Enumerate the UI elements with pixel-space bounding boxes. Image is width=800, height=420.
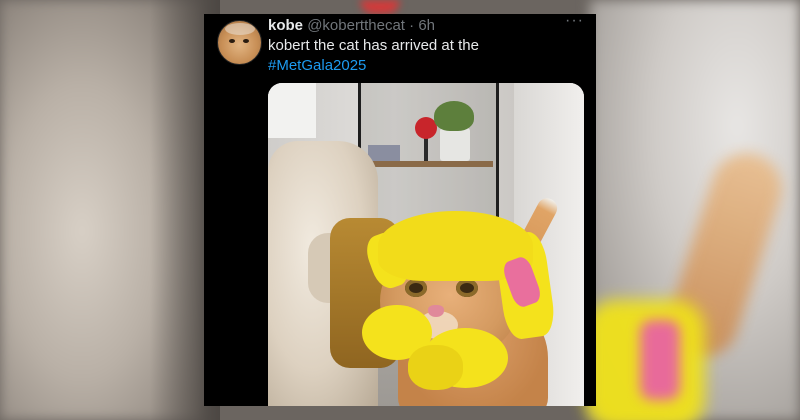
user-handle[interactable]: @kobertthecat bbox=[307, 17, 405, 34]
photo-cat-nose bbox=[428, 305, 444, 317]
tweet-text: kobert the cat has arrived at the #MetGa… bbox=[268, 36, 588, 76]
photo-shelf bbox=[361, 161, 493, 167]
tweet-card[interactable]: kobe @kobertthecat · 6h ··· kobert the c… bbox=[204, 14, 596, 406]
tweet-timestamp[interactable]: 6h bbox=[418, 17, 435, 34]
more-horizontal-icon[interactable]: ··· bbox=[565, 14, 584, 30]
photo-window bbox=[268, 83, 316, 138]
photo-plant-pot bbox=[440, 128, 470, 161]
tweet-photo[interactable] bbox=[268, 83, 584, 406]
photo-plant bbox=[434, 101, 474, 131]
tweet-header: kobe @kobertthecat · 6h bbox=[268, 17, 435, 35]
display-name[interactable]: kobe bbox=[268, 17, 303, 34]
photo-collar-center bbox=[408, 345, 463, 390]
background-blur-red-object bbox=[360, 0, 400, 14]
hashtag-link[interactable]: #MetGala2025 bbox=[268, 56, 588, 76]
photo-cat-eye-left bbox=[405, 279, 427, 297]
separator-dot: · bbox=[409, 17, 415, 34]
photo-red-object-stand bbox=[424, 138, 428, 161]
avatar[interactable] bbox=[217, 20, 262, 65]
background-blur-hat-patch bbox=[640, 320, 680, 400]
photo-books bbox=[368, 145, 400, 161]
tweet-body: kobert the cat has arrived at the bbox=[268, 37, 479, 54]
photo-cat-eye-right bbox=[456, 279, 478, 297]
